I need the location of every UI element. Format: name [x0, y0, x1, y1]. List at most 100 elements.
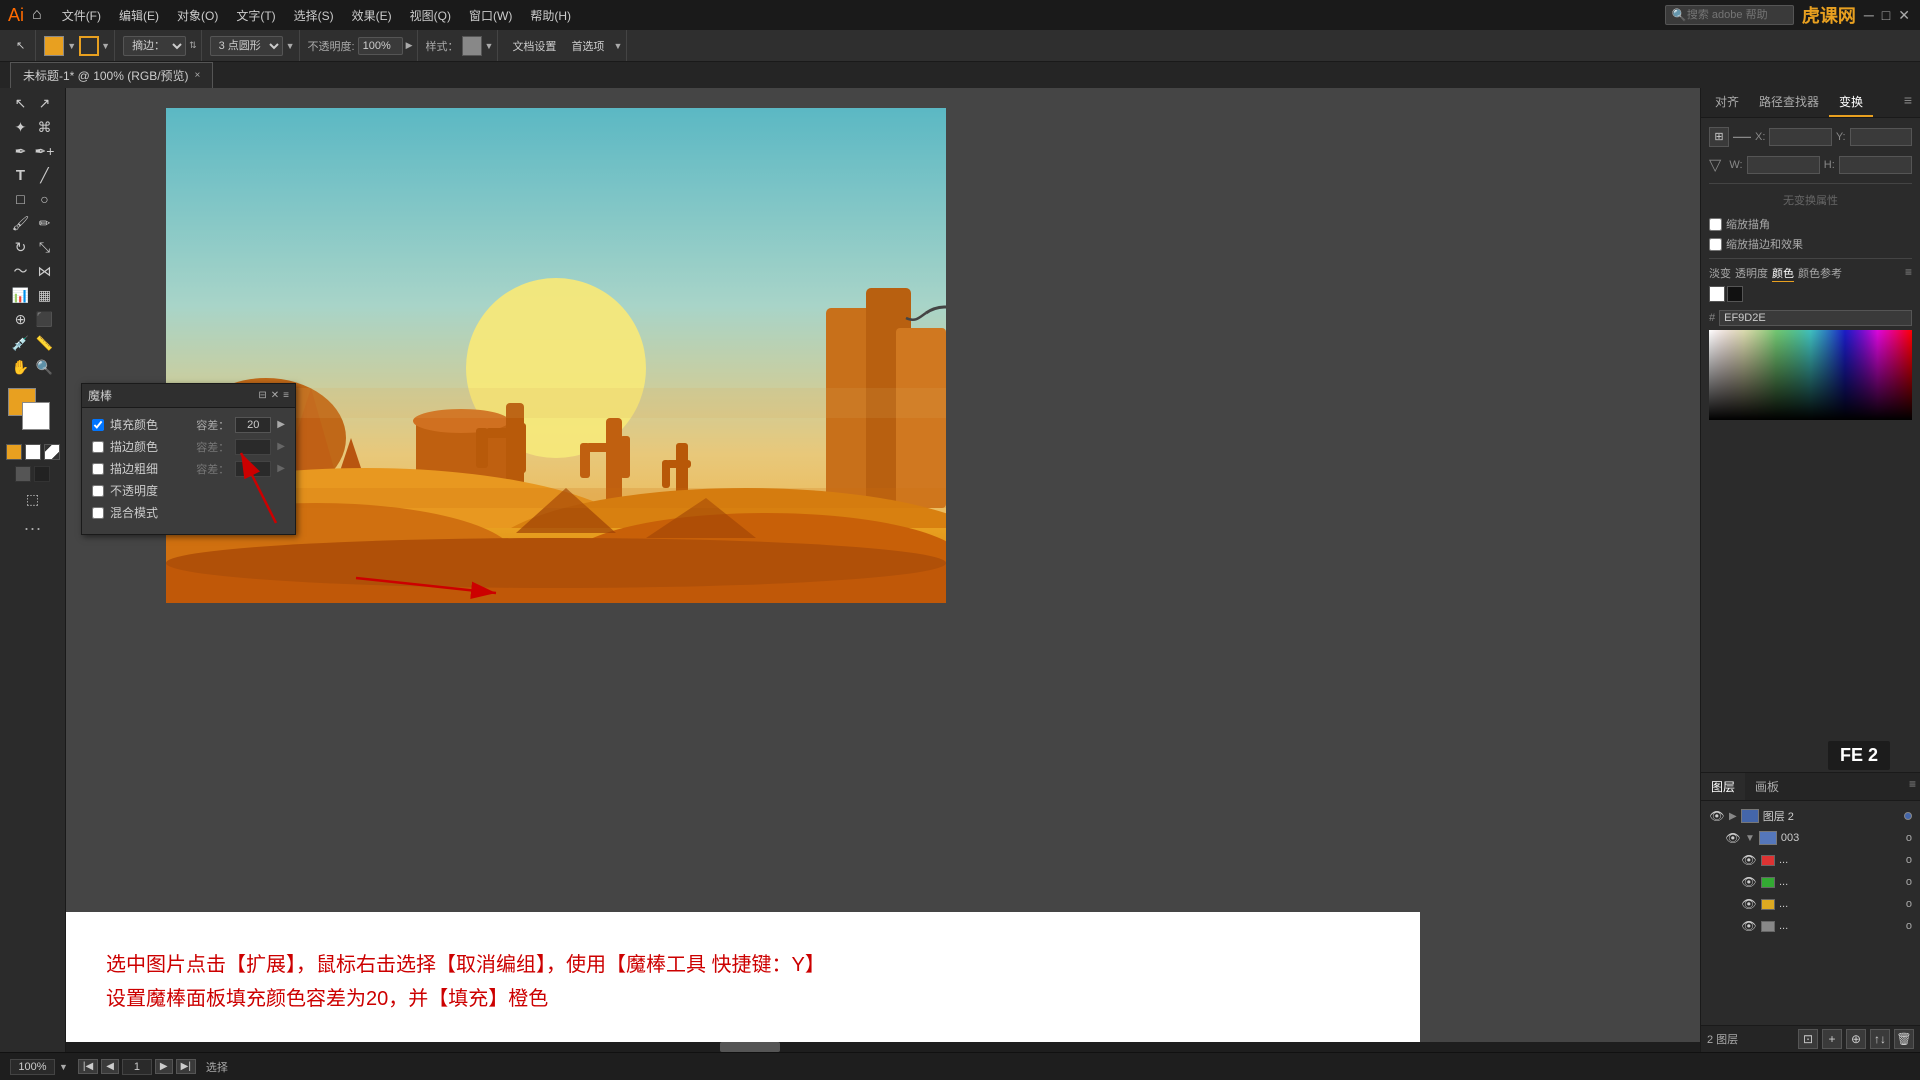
layer-2-eye[interactable]: 👁 — [1709, 808, 1725, 824]
layers-copy-btn[interactable]: ⊕ — [1846, 1029, 1866, 1049]
menu-edit[interactable]: 编辑(E) — [111, 5, 167, 26]
layer-red-eye[interactable]: 👁 — [1741, 852, 1757, 868]
pen-tool[interactable]: ✒ — [10, 140, 32, 162]
color-tab-ref[interactable]: 颜色参考 — [1798, 265, 1842, 282]
tab-align[interactable]: 对齐 — [1705, 88, 1749, 117]
blend-tool[interactable]: ⋈ — [34, 260, 56, 282]
panel-menu[interactable]: ≡ — [283, 390, 289, 401]
rect-tool[interactable]: □ — [10, 188, 32, 210]
layer-yellow-item[interactable]: 👁 ... o — [1705, 893, 1916, 915]
warp-tool[interactable]: 〜 — [10, 260, 32, 282]
ellipse-tool[interactable]: ○ — [34, 188, 56, 210]
color-spectrum-container[interactable] — [1709, 330, 1912, 420]
right-panel-options[interactable]: ≡ — [1900, 88, 1916, 117]
transform-h[interactable] — [1839, 156, 1912, 174]
eyedropper-tool[interactable]: 💉 — [10, 332, 32, 354]
search-box[interactable]: 🔍 — [1665, 5, 1794, 25]
prefs-dropdown[interactable]: ▼ — [613, 41, 622, 51]
tab-close-btn[interactable]: × — [195, 70, 201, 81]
color-mode-gradient[interactable] — [44, 444, 60, 460]
graph-tool[interactable]: 📊 — [10, 284, 32, 306]
page-next-btn[interactable]: ▶ — [155, 1059, 173, 1074]
menu-text[interactable]: 文字(T) — [228, 5, 283, 26]
home-icon[interactable]: ⌂ — [32, 6, 42, 24]
stroke-color-checkbox[interactable] — [92, 441, 104, 453]
tab-pathfinder[interactable]: 路径查找器 — [1749, 88, 1829, 117]
search-input[interactable] — [1687, 9, 1787, 21]
more-tools[interactable]: ··· — [24, 518, 42, 539]
scale-corners-checkbox[interactable] — [1709, 218, 1722, 231]
art-board-tool[interactable]: ⬚ — [22, 488, 44, 510]
background-color[interactable] — [22, 402, 50, 430]
symbol-tool[interactable]: ⊕ — [10, 308, 32, 330]
text-tool[interactable]: T — [10, 164, 32, 186]
lasso-tool[interactable]: ⌘ — [34, 116, 56, 138]
stroke-swatch[interactable] — [79, 36, 99, 56]
panel-pin[interactable]: ⊟ — [258, 390, 266, 401]
hex-input[interactable] — [1719, 310, 1912, 326]
transform-x[interactable] — [1769, 128, 1831, 146]
hand-tool[interactable]: ✋ — [10, 356, 32, 378]
brush-select[interactable]: 摘边： — [123, 36, 186, 56]
selection-tool[interactable]: ↖ — [10, 92, 32, 114]
horizontal-scrollbar[interactable] — [66, 1042, 1700, 1052]
color-mode-none[interactable] — [25, 444, 41, 460]
measure-tool[interactable]: 📏 — [34, 332, 56, 354]
menu-window[interactable]: 窗口(W) — [461, 5, 520, 26]
layers-new-layer-btn[interactable]: + — [1822, 1029, 1842, 1049]
black-swatch[interactable] — [1727, 286, 1743, 302]
doc-settings-btn[interactable]: 文档设置 — [506, 36, 562, 56]
scrollbar-thumb[interactable] — [720, 1042, 780, 1052]
zoom-tool[interactable]: 🔍 — [34, 356, 56, 378]
layer-green-item[interactable]: 👁 ... o — [1705, 871, 1916, 893]
opacity-input[interactable] — [358, 37, 403, 55]
select-tool-btn[interactable]: ↖ — [10, 37, 31, 54]
layer-yellow-eye[interactable]: 👁 — [1741, 896, 1757, 912]
window-maximize[interactable]: □ — [1882, 7, 1890, 23]
zoom-input[interactable] — [10, 1059, 55, 1075]
page-input[interactable] — [122, 1059, 152, 1075]
direct-select-tool[interactable]: ↗ — [34, 92, 56, 114]
menu-select[interactable]: 选择(S) — [286, 5, 342, 26]
rotate-tool[interactable]: ↻ — [10, 236, 32, 258]
paint-brush-tool[interactable]: 🖌 — [10, 212, 32, 234]
layer-2-item[interactable]: 👁 ▶ 图层 2 — [1705, 805, 1916, 827]
layer-red-item[interactable]: 👁 ... o — [1705, 849, 1916, 871]
layers-make-mask-btn[interactable]: ⊡ — [1798, 1029, 1818, 1049]
window-minimize[interactable]: ─ — [1864, 7, 1874, 23]
artboards-tab[interactable]: 画板 — [1745, 773, 1789, 800]
fill-color-checkbox[interactable] — [92, 419, 104, 431]
canvas-area[interactable]: 魔棒 ⊟ ✕ ≡ 填充颜色 容差： ▶ — [66, 88, 1700, 1052]
layer-003-expand[interactable]: ▼ — [1745, 833, 1755, 844]
opacity-arrow[interactable]: ▶ — [406, 40, 413, 51]
color-mode-color[interactable] — [6, 444, 22, 460]
layer-gray-item[interactable]: 👁 ... o — [1705, 915, 1916, 937]
layers-tab[interactable]: 图层 — [1701, 773, 1745, 800]
menu-effect[interactable]: 效果(E) — [344, 5, 400, 26]
transform-y[interactable] — [1850, 128, 1912, 146]
add-anchor-tool[interactable]: ✒+ — [34, 140, 56, 162]
page-first-btn[interactable]: |◀ — [78, 1059, 98, 1074]
color-panel-menu[interactable]: ≡ — [1905, 265, 1912, 282]
color-tab-color[interactable]: 颜色 — [1772, 265, 1794, 282]
panel-close[interactable]: ✕ — [271, 390, 279, 401]
line-tool[interactable]: ╱ — [34, 164, 56, 186]
tab-transform[interactable]: 变换 — [1829, 88, 1873, 117]
white-swatch[interactable] — [1709, 286, 1725, 302]
scale-tool[interactable]: ⤡ — [34, 236, 56, 258]
pencil-tool[interactable]: ✏ — [34, 212, 56, 234]
zoom-dropdown[interactable]: ▼ — [59, 1062, 68, 1072]
layer-2-expand[interactable]: ▶ — [1729, 811, 1737, 822]
view-fullscreen[interactable] — [34, 466, 50, 482]
layers-menu[interactable]: ≡ — [1905, 773, 1920, 800]
opacity-checkbox[interactable] — [92, 485, 104, 497]
scale-strokes-checkbox[interactable] — [1709, 238, 1722, 251]
fill-tolerance-arrow[interactable]: ▶ — [277, 419, 285, 430]
view-normal[interactable] — [15, 466, 31, 482]
menu-file[interactable]: 文件(F) — [54, 5, 109, 26]
bar-chart-tool[interactable]: ▦ — [34, 284, 56, 306]
layer-003-eye[interactable]: 👁 — [1725, 830, 1741, 846]
page-prev-btn[interactable]: ◀ — [101, 1059, 119, 1074]
color-tab-fade[interactable]: 淡变 — [1709, 265, 1731, 282]
document-tab[interactable]: 未标题-1* @ 100% (RGB/预览) × — [10, 62, 213, 88]
